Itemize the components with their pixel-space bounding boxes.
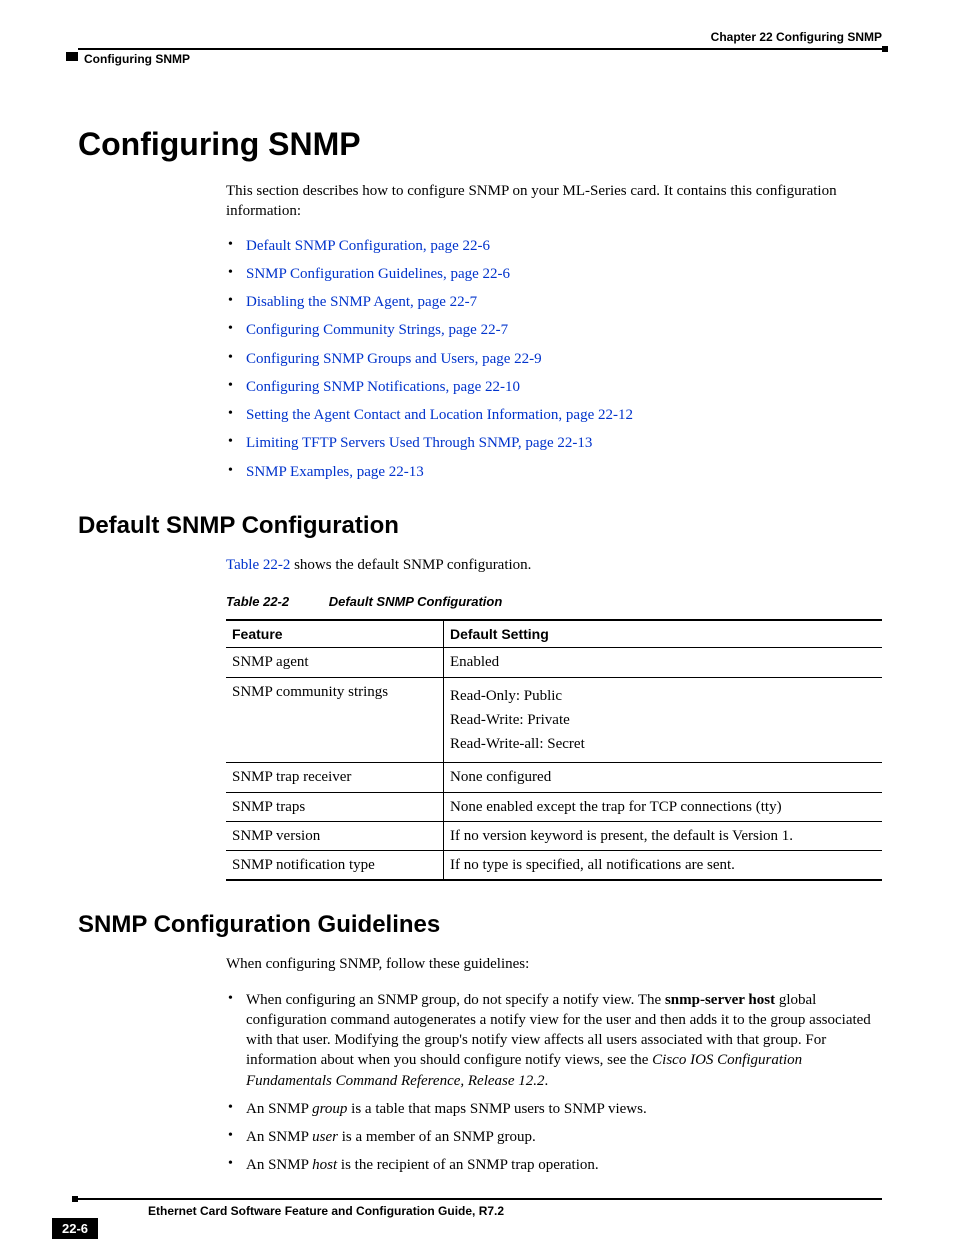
toc-link[interactable]: Configuring Community Strings, page 22-7	[246, 322, 508, 338]
toc-link[interactable]: Default SNMP Configuration, page 22-6	[246, 238, 490, 254]
cell-feature: SNMP traps	[226, 792, 444, 821]
table-caption: Table 22-2 Default SNMP Configuration	[226, 593, 882, 611]
section-heading-guidelines: SNMP Configuration Guidelines	[78, 911, 882, 939]
cmd-name: snmp-server host	[665, 992, 775, 1008]
cell-setting: None enabled except the trap for TCP con…	[444, 792, 883, 821]
toc-link[interactable]: Setting the Agent Contact and Location I…	[246, 407, 633, 423]
page-number: 22-6	[52, 1218, 98, 1239]
page-title: Configuring SNMP	[78, 126, 882, 163]
toc-link[interactable]: SNMP Configuration Guidelines, page 22-6	[246, 266, 510, 282]
cell-setting: If no version keyword is present, the de…	[444, 821, 883, 850]
guidelines-list: When configuring an SNMP group, do not s…	[226, 990, 882, 1176]
toc-link[interactable]: Disabling the SNMP Agent, page 22-7	[246, 294, 477, 310]
list-item: An SNMP user is a member of an SNMP grou…	[226, 1127, 882, 1147]
list-item: An SNMP group is a table that maps SNMP …	[226, 1099, 882, 1119]
toc-link[interactable]: Configuring SNMP Notifications, page 22-…	[246, 379, 520, 395]
cell-feature: SNMP version	[226, 821, 444, 850]
cell-feature: SNMP trap receiver	[226, 763, 444, 792]
header-rule	[78, 48, 882, 50]
table-number: Table 22-2	[226, 594, 289, 609]
table-row: SNMP trap receiver None configured	[226, 763, 882, 792]
default-config-table: Feature Default Setting SNMP agent Enabl…	[226, 619, 882, 882]
toc-link[interactable]: Configuring SNMP Groups and Users, page …	[246, 351, 542, 367]
intro-paragraph: This section describes how to configure …	[226, 181, 882, 222]
guidelines-lead: When configuring SNMP, follow these guid…	[226, 954, 882, 974]
toc-list: Default SNMP Configuration, page 22-6 SN…	[226, 236, 882, 482]
table-title: Default SNMP Configuration	[329, 594, 503, 609]
table-row: SNMP notification type If no type is spe…	[226, 851, 882, 881]
chapter-label: Chapter 22 Configuring SNMP	[711, 30, 882, 44]
cell-feature: SNMP notification type	[226, 851, 444, 881]
table-lead: Table 22-2 shows the default SNMP config…	[226, 555, 882, 575]
cell-setting: None configured	[444, 763, 883, 792]
table-row: SNMP community strings Read-Only: Public…	[226, 677, 882, 763]
cell-setting: Enabled	[444, 648, 883, 677]
section-header: Configuring SNMP	[84, 52, 882, 66]
cell-setting: If no type is specified, all notificatio…	[444, 851, 883, 881]
table-row: SNMP traps None enabled except the trap …	[226, 792, 882, 821]
section-label: Configuring SNMP	[84, 52, 190, 66]
cell-setting: Read-Only: Public Read-Write: Private Re…	[444, 677, 883, 763]
list-item: When configuring an SNMP group, do not s…	[226, 990, 882, 1091]
book-title: Ethernet Card Software Feature and Confi…	[148, 1204, 882, 1218]
th-feature: Feature	[226, 620, 444, 648]
table-row: SNMP agent Enabled	[226, 648, 882, 677]
cell-feature: SNMP community strings	[226, 677, 444, 763]
cell-feature: SNMP agent	[226, 648, 444, 677]
chapter-header: Chapter 22 Configuring SNMP	[78, 30, 882, 44]
section-heading-default: Default SNMP Configuration	[78, 512, 882, 540]
toc-link[interactable]: Limiting TFTP Servers Used Through SNMP,…	[246, 435, 592, 451]
toc-link[interactable]: SNMP Examples, page 22-13	[246, 464, 424, 480]
th-setting: Default Setting	[444, 620, 883, 648]
table-ref-link[interactable]: Table 22-2	[226, 557, 290, 573]
page-footer: Ethernet Card Software Feature and Confi…	[78, 1198, 882, 1218]
list-item: An SNMP host is the recipient of an SNMP…	[226, 1155, 882, 1175]
table-row: SNMP version If no version keyword is pr…	[226, 821, 882, 850]
